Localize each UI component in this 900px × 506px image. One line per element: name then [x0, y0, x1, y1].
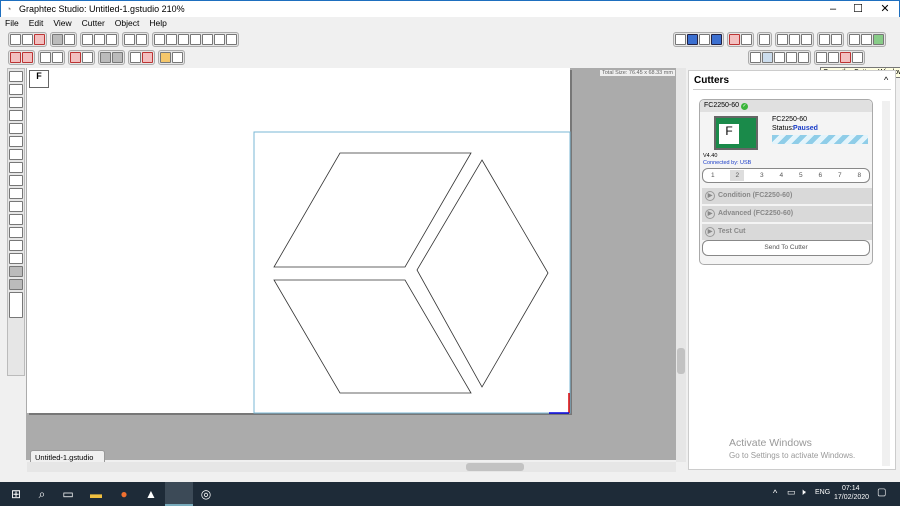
- clock-time[interactable]: 07:14: [842, 485, 860, 492]
- clock-date[interactable]: 17/02/2020: [834, 494, 869, 501]
- pen-tabs: 1 2 3 4 5 6 7 8: [702, 168, 870, 183]
- panel-scrollbar[interactable]: [882, 101, 890, 466]
- status-label: Status:: [772, 125, 794, 132]
- expand-icon: ▶: [705, 227, 715, 237]
- status-value: Paused: [793, 125, 818, 132]
- expand-icon: ▶: [705, 191, 715, 201]
- cutter-model: FC2250-60: [772, 116, 808, 123]
- tab-7[interactable]: 7: [838, 172, 842, 179]
- send-to-cutter-button[interactable]: Send To Cutter: [702, 240, 870, 256]
- horizontal-scrollbar[interactable]: [27, 462, 676, 472]
- bottom-rhombus[interactable]: [273, 279, 472, 394]
- panel-title: Cutters: [694, 75, 730, 86]
- cutter-card: FC2250-60 ✓ F FC2250-60 Status: Paused V…: [699, 99, 873, 265]
- condition-section[interactable]: ▶ Condition (FC2250-60): [702, 188, 872, 204]
- activation-subtitle: Go to Settings to activate Windows.: [729, 451, 856, 460]
- notifications-icon[interactable]: ▢: [877, 487, 886, 498]
- check-icon: ✓: [740, 103, 748, 110]
- tab-2[interactable]: 2: [730, 170, 745, 181]
- horizontal-scroll-thumb[interactable]: [466, 463, 524, 471]
- top-rhombus[interactable]: [273, 152, 472, 268]
- cutter-image: F: [714, 116, 758, 150]
- connection-info: Connected by: USB: [703, 160, 752, 166]
- section-label: Condition (FC2250-60): [718, 192, 793, 199]
- file-explorer-icon[interactable]: ▬: [88, 486, 104, 502]
- start-icon[interactable]: ⊞: [8, 486, 24, 502]
- tab-4[interactable]: 4: [779, 172, 783, 179]
- tray-chevron-icon[interactable]: ^: [773, 488, 777, 498]
- app-icon-taskbar[interactable]: ▲: [143, 486, 159, 502]
- vertical-scroll-thumb[interactable]: [677, 348, 685, 374]
- tab-1[interactable]: 1: [711, 172, 715, 179]
- tab-5[interactable]: 5: [799, 172, 803, 179]
- collapse-icon[interactable]: ^: [884, 75, 888, 85]
- search-icon[interactable]: ⌕: [34, 486, 50, 502]
- network-icon[interactable]: ▭: [787, 487, 796, 498]
- cutter-name: FC2250-60: [704, 102, 740, 109]
- language-indicator[interactable]: ENG: [815, 489, 830, 496]
- section-label: Advanced (FC2250-60): [718, 210, 794, 217]
- total-size-readout: Total Size: 76.45 x 68.33 mm: [600, 70, 675, 76]
- right-rhombus[interactable]: [416, 159, 549, 388]
- document-tab[interactable]: Untitled-1.gstudio ✖: [30, 450, 105, 471]
- activation-title: Activate Windows: [729, 437, 812, 449]
- status-progress-bar: [772, 135, 868, 144]
- cutters-panel: Cutters ^ FC2250-60 ✓ F FC2250-60 Status…: [688, 70, 896, 470]
- cut-area-border: [253, 131, 571, 414]
- volume-muted-icon[interactable]: 🕨: [800, 487, 806, 498]
- expand-icon: ▶: [705, 209, 715, 219]
- tab-6[interactable]: 6: [818, 172, 822, 179]
- graphtec-studio-taskbar-icon[interactable]: [165, 482, 193, 506]
- tab-3[interactable]: 3: [760, 172, 764, 179]
- advanced-section[interactable]: ▶ Advanced (FC2250-60): [702, 206, 872, 222]
- cutter-header: FC2250-60 ✓: [700, 100, 872, 112]
- vertical-scrollbar[interactable]: [676, 68, 686, 462]
- task-view-icon[interactable]: ▭: [60, 486, 76, 502]
- test-cut-section[interactable]: ▶ Test Cut: [702, 224, 872, 240]
- document-tab-label: Untitled-1.gstudio: [35, 453, 94, 462]
- firmware-version: V4.40: [703, 153, 718, 159]
- section-label: Test Cut: [718, 228, 746, 235]
- taskbar: ⊞ ⌕ ▭ ▬ ● ▲ ◎ ^ ▭ 🕨 ENG 07:14 17/02/2020…: [0, 482, 900, 506]
- tab-8[interactable]: 8: [857, 172, 861, 179]
- app2-taskbar-icon[interactable]: ◎: [198, 486, 214, 502]
- firefox-icon[interactable]: ●: [116, 486, 132, 502]
